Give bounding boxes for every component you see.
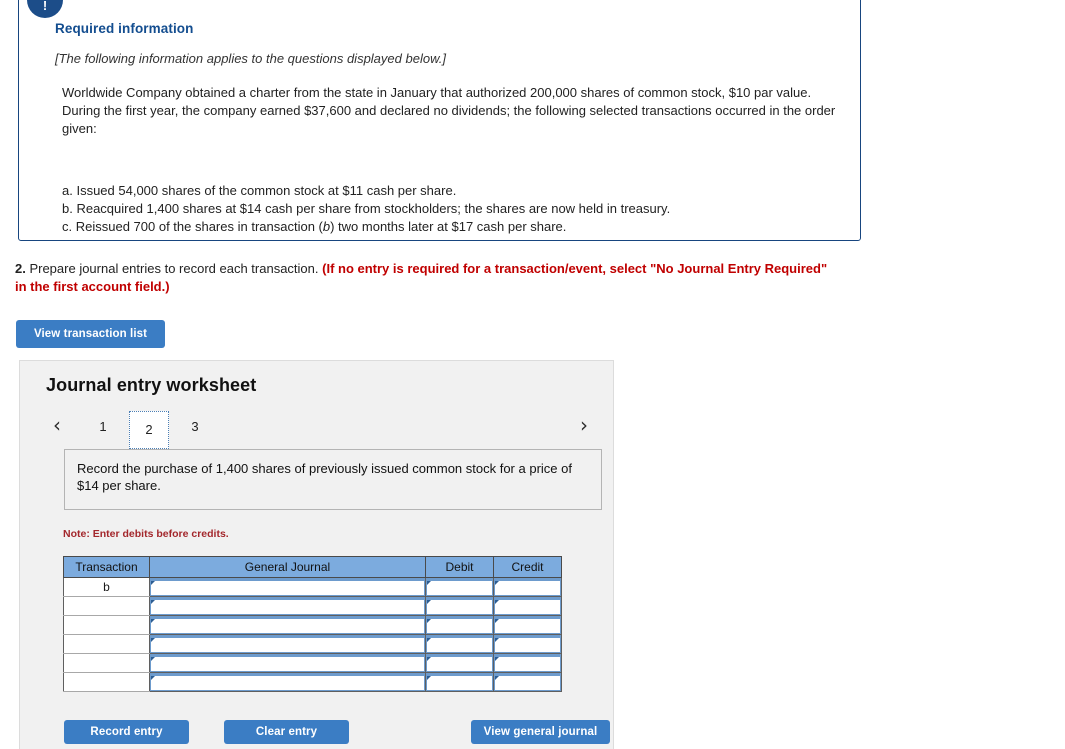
column-header-transaction: Transaction <box>63 556 150 578</box>
debit-input[interactable] <box>426 654 493 672</box>
general-journal-input[interactable] <box>150 635 425 653</box>
debit-cell[interactable] <box>425 577 494 597</box>
transaction-label-cell <box>63 615 150 635</box>
exclamation-glyph: ! <box>42 0 48 13</box>
debit-cell[interactable] <box>425 653 494 673</box>
required-information-title: Required information <box>55 21 194 36</box>
journal-entry-table: Transaction General Journal Debit Credit… <box>63 556 562 692</box>
chevron-left-icon[interactable]: ‹ <box>46 411 68 441</box>
transaction-list: a. Issued 54,000 shares of the common st… <box>62 182 838 236</box>
transaction-item-c-before: c. Reissued 700 of the shares in transac… <box>62 219 323 234</box>
debit-cell[interactable] <box>425 672 494 692</box>
table-row <box>63 596 562 616</box>
credit-cell[interactable] <box>493 672 562 692</box>
debit-input[interactable] <box>426 673 493 691</box>
general-journal-cell[interactable] <box>149 596 426 616</box>
credit-cell[interactable] <box>493 634 562 654</box>
journal-entry-worksheet-panel: Journal entry worksheet ‹ 1 2 3 › Record… <box>19 360 614 749</box>
column-header-credit: Credit <box>493 556 562 578</box>
question-text: Prepare journal entries to record each t… <box>25 261 323 276</box>
journal-header-row: Transaction General Journal Debit Credit <box>63 556 562 578</box>
table-row <box>63 672 562 692</box>
worksheet-page-1[interactable]: 1 <box>83 411 123 443</box>
transaction-item-b: b. Reacquired 1,400 shares at $14 cash p… <box>62 201 671 216</box>
journal-table-header: Transaction General Journal Debit Credit <box>63 556 562 578</box>
credit-cell[interactable] <box>493 615 562 635</box>
transaction-item-c: c. Reissued 700 of the shares in transac… <box>62 218 838 236</box>
view-general-journal-button[interactable]: View general journal <box>471 720 610 744</box>
general-journal-input[interactable] <box>150 654 425 672</box>
table-row <box>63 615 562 635</box>
transaction-label-cell <box>63 672 150 692</box>
column-header-debit: Debit <box>425 556 494 578</box>
debit-input[interactable] <box>426 616 493 634</box>
worksheet-page-3[interactable]: 3 <box>175 411 215 443</box>
general-journal-cell[interactable] <box>149 634 426 654</box>
table-row <box>63 653 562 673</box>
required-information-panel: Required information [The following info… <box>18 0 861 241</box>
debit-input[interactable] <box>426 578 493 596</box>
credit-input[interactable] <box>494 673 561 691</box>
credit-input[interactable] <box>494 635 561 653</box>
transaction-label-cell <box>63 634 150 654</box>
general-journal-input[interactable] <box>150 578 425 596</box>
credit-input[interactable] <box>494 616 561 634</box>
table-row: b <box>63 577 562 597</box>
transaction-label-cell <box>63 596 150 616</box>
general-journal-cell[interactable] <box>149 653 426 673</box>
applies-to-questions-note: [The following information applies to th… <box>55 51 446 66</box>
debit-cell[interactable] <box>425 615 494 635</box>
question-prompt: 2. Prepare journal entries to record eac… <box>15 260 835 296</box>
clear-entry-button[interactable]: Clear entry <box>224 720 349 744</box>
view-transaction-list-button[interactable]: View transaction list <box>16 320 165 348</box>
worksheet-title: Journal entry worksheet <box>46 375 257 395</box>
question-number: 2. <box>15 261 26 276</box>
general-journal-cell[interactable] <box>149 615 426 635</box>
scenario-paragraph: Worldwide Company obtained a charter fro… <box>62 85 836 136</box>
transaction-label-cell: b <box>63 577 150 597</box>
credit-input[interactable] <box>494 597 561 615</box>
transaction-item-a: a. Issued 54,000 shares of the common st… <box>62 183 457 198</box>
table-row <box>63 634 562 654</box>
credit-cell[interactable] <box>493 577 562 597</box>
required-information-content: Required information [The following info… <box>55 21 838 236</box>
credit-input[interactable] <box>494 578 561 596</box>
general-journal-input[interactable] <box>150 597 425 615</box>
credit-cell[interactable] <box>493 596 562 616</box>
credit-cell[interactable] <box>493 653 562 673</box>
chevron-right-icon[interactable]: › <box>573 411 595 441</box>
debits-before-credits-note: Note: Enter debits before credits. <box>63 528 229 540</box>
record-entry-button[interactable]: Record entry <box>64 720 189 744</box>
credit-input[interactable] <box>494 654 561 672</box>
transaction-item-c-after: ) two months later at $17 cash per share… <box>330 219 567 234</box>
worksheet-page-2[interactable]: 2 <box>129 411 169 449</box>
journal-table-body: b <box>63 577 562 692</box>
worksheet-pager: ‹ 1 2 3 › <box>46 411 599 449</box>
page-root: Required information [The following info… <box>0 0 1065 749</box>
general-journal-cell[interactable] <box>149 577 426 597</box>
worksheet-instruction: Record the purchase of 1,400 shares of p… <box>64 449 602 510</box>
general-journal-cell[interactable] <box>149 672 426 692</box>
debit-input[interactable] <box>426 597 493 615</box>
transaction-label-cell <box>63 653 150 673</box>
column-header-general-journal: General Journal <box>149 556 426 578</box>
debit-cell[interactable] <box>425 634 494 654</box>
general-journal-input[interactable] <box>150 673 425 691</box>
debit-input[interactable] <box>426 635 493 653</box>
debit-cell[interactable] <box>425 596 494 616</box>
general-journal-input[interactable] <box>150 616 425 634</box>
